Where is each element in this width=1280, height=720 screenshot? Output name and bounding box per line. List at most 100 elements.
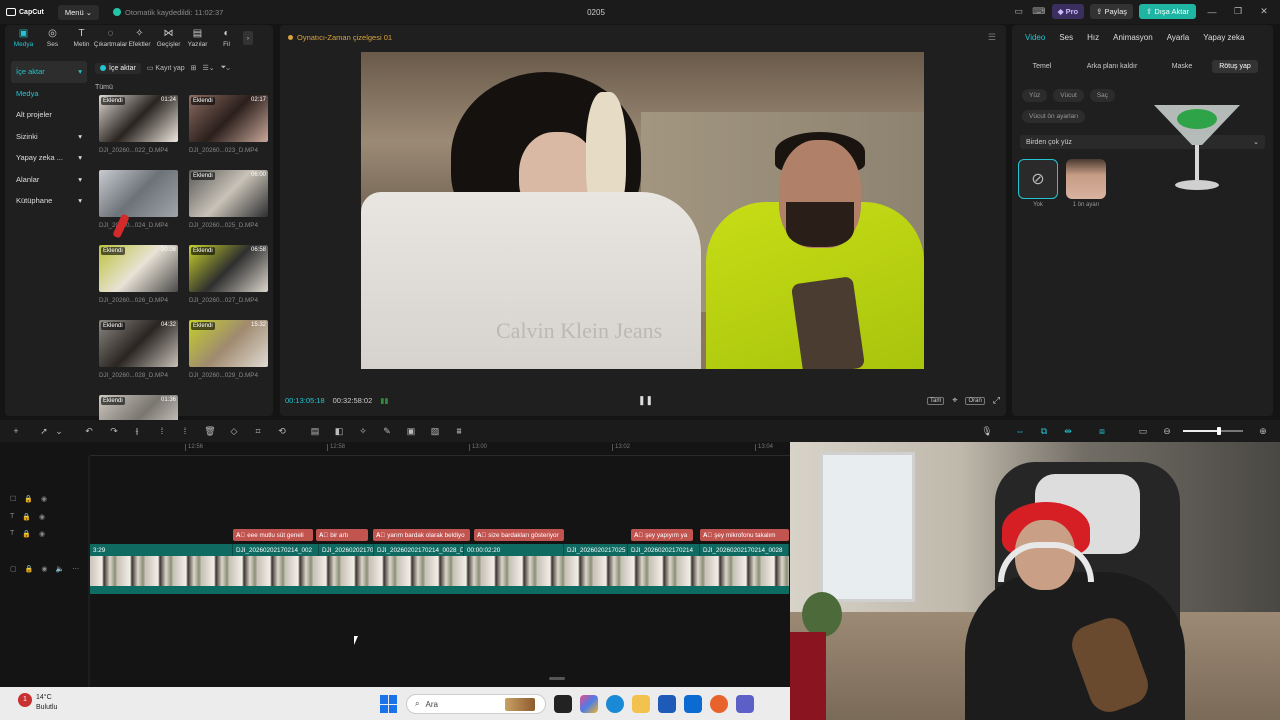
media-item[interactable]: Eklendi 06:58 DJI_20260...027_D.MP4 (189, 245, 268, 320)
video-subtab[interactable]: Rötuş yap (1212, 59, 1258, 73)
video-clip[interactable]: DJI_20260202170 (319, 544, 374, 556)
view-toggle-icon[interactable]: ⊞ (191, 64, 197, 72)
copilot-icon[interactable] (580, 695, 598, 713)
sidebar-item[interactable]: Alanlar ▾ (11, 169, 87, 191)
lock-icon[interactable]: 🔒 (24, 495, 33, 503)
full-quality-button[interactable]: Tam (927, 396, 945, 405)
fullscreen-icon[interactable]: ⤢ (993, 395, 1000, 406)
tab-çıkartmalar[interactable]: ◌ Çıkartmalar (94, 25, 128, 51)
record-button[interactable]: ▭ Kayıt yap (147, 64, 185, 72)
pause-button[interactable]: ❚❚ (638, 395, 653, 406)
cover-icon[interactable]: ▨ (429, 425, 441, 437)
media-item[interactable]: Eklendi 02:17 DJI_20260...023_D.MP4 (189, 95, 268, 170)
snapshot-icon[interactable]: ⌖ (952, 395, 957, 406)
sidebar-item[interactable]: Yapay zeka ... ▾ (11, 147, 87, 169)
caption-clip[interactable]: A⃞ yarım bardak olarak beldiyo (373, 529, 470, 541)
marker-icon[interactable]: ◇ (228, 425, 240, 437)
media-item[interactable]: DJI_20260...024_D.MP4 (99, 170, 178, 245)
retouch-chip[interactable]: Saç (1089, 89, 1116, 102)
add-track-icon[interactable]: + (10, 425, 22, 437)
freeze-icon[interactable]: ▤ (309, 425, 321, 437)
file-explorer-icon[interactable] (632, 695, 650, 713)
weather-widget[interactable]: 1 14°C Bulutlu (18, 693, 57, 713)
pro-button[interactable]: ◆ Pro (1051, 4, 1085, 19)
menu-button[interactable]: Menü ⌄ (57, 4, 100, 20)
tab-yazılar[interactable]: ▤ Yazılar (183, 25, 212, 51)
filter-icon[interactable]: ⏷⌄ (221, 64, 230, 72)
close-icon[interactable]: ✕ (1254, 6, 1274, 17)
visibility-icon[interactable]: ◉ (41, 565, 47, 573)
caption-clip[interactable]: A⃞ bir artı (316, 529, 368, 541)
media-item[interactable]: Eklendi 15:32 DJI_20260...029_D.MP4 (189, 320, 268, 395)
video-clip[interactable]: DJI_20260202170214_0028 (700, 544, 789, 556)
media-item[interactable]: Eklendi 01:24 DJI_20260...022_D.MP4 (99, 95, 178, 170)
more-icon[interactable]: ⋯ (72, 565, 79, 573)
trim-left-icon[interactable]: ⁞ (156, 425, 168, 437)
snap-icon[interactable]: ⧉ (1038, 425, 1050, 437)
tab-ses[interactable]: ◎ Ses (38, 25, 67, 51)
outlook-icon[interactable] (684, 695, 702, 713)
mirror-icon[interactable]: ◧ (333, 425, 345, 437)
video-clip[interactable]: DJI_20260202170214_002 (233, 544, 319, 556)
property-tab[interactable]: Animasyon (1106, 33, 1160, 42)
video-clip[interactable]: DJI_2026020217025 (564, 544, 628, 556)
fit-timeline-icon[interactable]: ▭ (1137, 425, 1149, 437)
select-tool-icon[interactable]: ➚ (38, 425, 50, 437)
tab-metin[interactable]: T Metin (67, 25, 96, 51)
retouch-chip[interactable]: Vücut (1053, 89, 1084, 102)
zoom-in-icon[interactable]: ⊕ (1257, 425, 1269, 437)
shortcuts-icon[interactable]: ⌨ (1032, 5, 1046, 19)
magic-icon[interactable]: ✧ (357, 425, 369, 437)
taskbar-search[interactable]: ⌕ Ara (406, 694, 546, 714)
zoom-out-icon[interactable]: ⊖ (1161, 425, 1173, 437)
microphone-icon[interactable]: 🎙 (981, 425, 993, 437)
enhance-icon[interactable]: ✎ (381, 425, 393, 437)
time-ruler[interactable]: 12:56 12:58 13:00 13:02 13:04 (90, 442, 790, 456)
ratio-button[interactable]: Oran (965, 396, 985, 405)
tab-fil[interactable]: ◐ Fil (212, 25, 241, 51)
tab-efektler[interactable]: ✧ Efektler (125, 25, 154, 51)
retouch-chip[interactable]: Yüz (1022, 89, 1048, 102)
firefox-icon[interactable] (710, 695, 728, 713)
sidebar-item[interactable]: İçe aktar ▾ (11, 61, 87, 83)
lock-icon[interactable]: 🔒 (22, 530, 31, 538)
import-button[interactable]: İçe aktar (95, 62, 141, 74)
link-icon[interactable]: ⇹ (1062, 425, 1074, 437)
video-clip[interactable]: DJI_20260202170214 (628, 544, 700, 556)
property-tab[interactable]: Ses (1052, 33, 1080, 42)
player-menu-icon[interactable]: ☰ (988, 32, 996, 43)
timeline-scrollbar[interactable] (549, 677, 565, 680)
auto-reframe-icon[interactable]: ⟲ (276, 425, 288, 437)
main-track-link-icon[interactable]: ⇔ (1014, 425, 1026, 437)
caption-clip[interactable]: A⃞ şey mikrofonu takalım (700, 529, 789, 541)
waveform-tool-icon[interactable]: ⩩ (453, 425, 465, 437)
caption-clip[interactable]: A⃞ eee mutlu süt geneli (233, 529, 313, 541)
zoom-slider-handle[interactable] (1217, 427, 1221, 435)
redo-icon[interactable]: ↷ (108, 425, 120, 437)
sort-icon[interactable]: ☰⌄ (202, 64, 214, 72)
zoom-slider[interactable] (1183, 427, 1243, 435)
edge-icon[interactable] (606, 695, 624, 713)
maximize-icon[interactable]: ❐ (1228, 6, 1248, 17)
split-icon[interactable]: ⫲ (131, 425, 143, 437)
caption-clip[interactable]: A⃞ şey yapıyım ya (631, 529, 693, 541)
teams-icon[interactable] (736, 695, 754, 713)
tab-medya[interactable]: ▣ Medya (9, 25, 38, 51)
caption-clip[interactable]: A⃞ size bardakları gösteriyor (474, 529, 564, 541)
video-subtab[interactable]: Temel (1020, 60, 1064, 73)
body-preset-chip[interactable]: Vücut ön ayarları (1022, 110, 1086, 123)
delete-icon[interactable]: 🗑 (204, 425, 216, 437)
layout-icon[interactable]: ▭ (1012, 5, 1026, 19)
video-subtab[interactable]: Maske (1162, 60, 1202, 73)
face-option-none[interactable]: ⊘ Yok (1018, 159, 1058, 208)
property-tab[interactable]: Ayarla (1160, 33, 1197, 42)
video-clip[interactable]: 00:00:02:20 (464, 544, 564, 556)
property-tab[interactable]: Video (1018, 33, 1052, 42)
tabs-more-arrow-icon[interactable]: › (243, 31, 253, 45)
video-subtab[interactable]: Arka planı kaldır (1076, 60, 1148, 73)
video-clip[interactable]: DJI_20260202170214_0028_D.MP4 (374, 544, 464, 556)
property-tab[interactable]: Hız (1080, 33, 1106, 42)
project-title[interactable]: 0205 (570, 8, 622, 17)
sidebar-item[interactable]: Medya (11, 83, 87, 105)
preview-axis-icon[interactable]: ⧈ (1096, 425, 1108, 437)
